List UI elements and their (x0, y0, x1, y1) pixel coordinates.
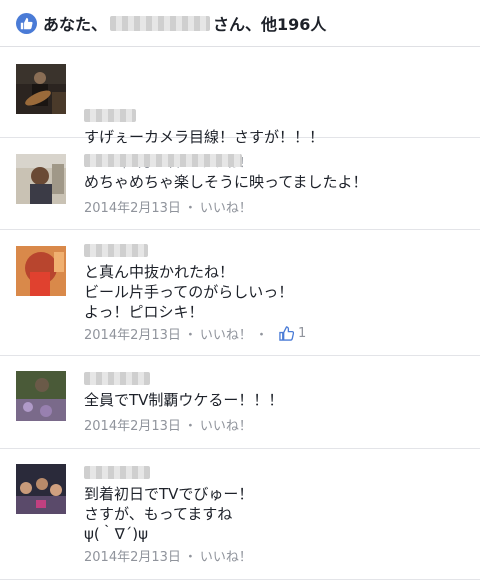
likes-summary[interactable]: あなた、 さん、他196人 (0, 0, 480, 47)
comment-date: 2014年2月13日 (84, 201, 181, 216)
comment-text: めちゃめちゃ楽しそうに映ってましたよ！ (84, 173, 368, 191)
like-link[interactable]: いいね！ (200, 546, 252, 565)
reaction-number: 1 (297, 326, 307, 341)
avatar[interactable] (16, 464, 66, 514)
comment-text: と真ん中抜かれたね！ ビール片手ってのがらしいっ！ よっ！ピロシキ！ (84, 263, 294, 321)
comment-date: 2014年2月13日 (84, 419, 181, 434)
likes-prefix: あなた、 (43, 15, 108, 34)
comment-meta: 2014年2月13日 ・ いいね！ ・ 1 (84, 324, 307, 343)
avatar[interactable] (16, 64, 66, 114)
comment-date: 2014年2月13日 (84, 328, 181, 343)
comment-item: すげぇーカメラ目線！さすが！！！ 2014年2月12日 ・ いいね！ (0, 47, 480, 171)
comment-date: 2014年2月13日 (84, 550, 181, 565)
reaction-count[interactable]: 1 (279, 326, 306, 341)
avatar[interactable] (16, 246, 66, 296)
comment-text: 到着初日でTVでびゅー！ さすが、もってますね ψ(｀∇´)ψ (84, 485, 254, 543)
likes-suffix: さん、他196人 (213, 15, 327, 34)
redacted-commenter-name (84, 109, 136, 122)
redacted-commenter-name (84, 372, 150, 385)
thumbs-up-outline-icon (279, 326, 294, 341)
like-link[interactable]: いいね！ (200, 197, 252, 216)
avatar[interactable] (16, 154, 66, 204)
like-link[interactable]: いいね！ (200, 415, 252, 434)
comment-item: めちゃめちゃ楽しそうに映ってましたよ！ 2014年2月13日 ・ いいね！ (0, 138, 480, 230)
comment-text: 全員でTV制覇ウケるー！！！ (84, 391, 284, 409)
redacted-commenter-name (84, 154, 242, 167)
avatar[interactable] (16, 371, 66, 421)
like-link[interactable]: いいね！ (200, 324, 252, 343)
redacted-commenter-name (84, 244, 148, 257)
comment-meta: 2014年2月13日 ・ いいね！ (84, 546, 252, 565)
comment-meta: 2014年2月13日 ・ いいね！ (84, 197, 252, 216)
thumbs-up-icon (16, 12, 37, 34)
comment-item: 全員でTV制覇ウケるー！！！ 2014年2月13日 ・ いいね！ (0, 356, 480, 449)
redacted-commenter-name (84, 466, 150, 479)
comment-item: 到着初日でTVでびゅー！ さすが、もってますね ψ(｀∇´)ψ 2014年2月1… (0, 449, 480, 580)
redacted-name (110, 15, 211, 31)
comment-item: と真ん中抜かれたね！ ビール片手ってのがらしいっ！ よっ！ピロシキ！ 2014年… (0, 230, 480, 356)
comment-meta: 2014年2月13日 ・ いいね！ (84, 415, 252, 434)
likes-text: あなた、 さん、他196人 (43, 11, 326, 35)
